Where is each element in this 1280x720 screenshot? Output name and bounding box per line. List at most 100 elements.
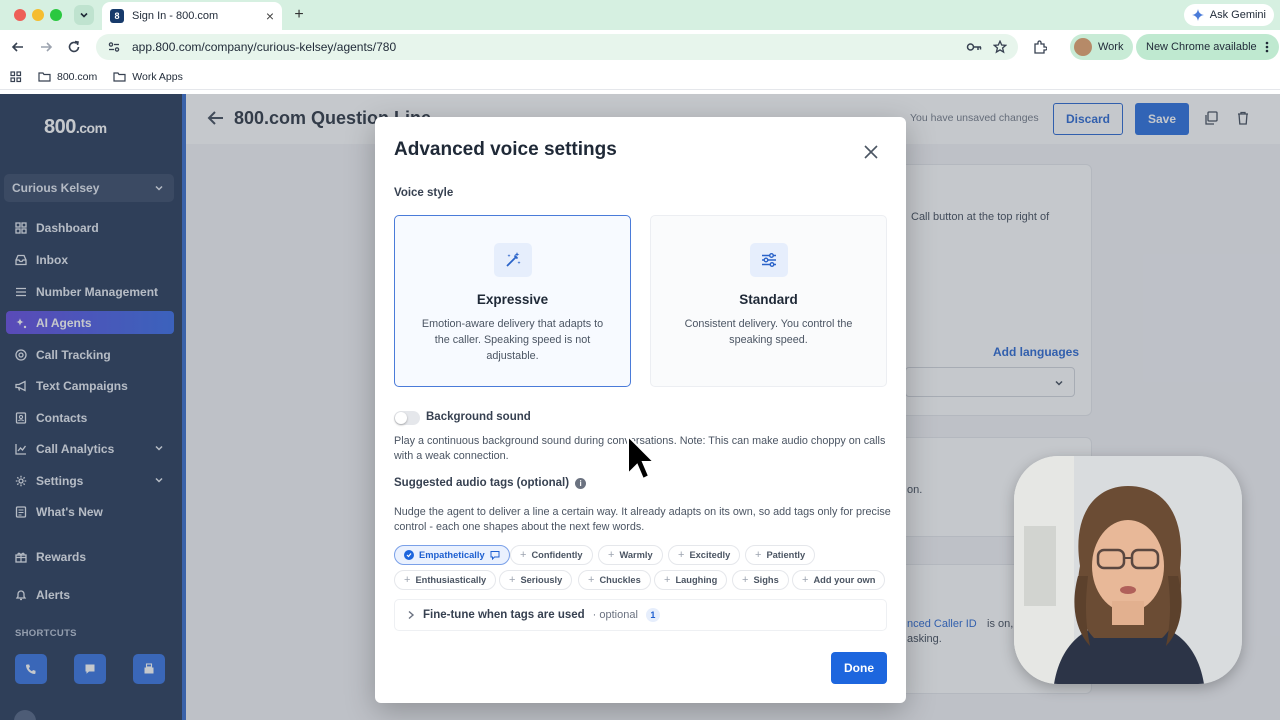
address-bar[interactable]: app.800.com/company/curious-kelsey/agent… — [96, 34, 1018, 60]
done-button[interactable]: Done — [831, 652, 887, 684]
audio-tags-heading: Suggested audio tags (optional) i — [394, 477, 587, 489]
plus-icon: + — [664, 574, 671, 586]
fine-tune-label: Fine-tune when tags are used — [423, 609, 585, 621]
tab-close-icon[interactable]: × — [266, 8, 274, 24]
tag-empathetically[interactable]: Empathetically — [394, 545, 510, 565]
bookmark-star-icon[interactable] — [992, 39, 1008, 55]
forward-button[interactable] — [36, 37, 56, 57]
plus-icon: + — [588, 574, 595, 586]
reload-button[interactable] — [64, 37, 84, 57]
check-circle-icon — [404, 550, 414, 560]
apps-grid-icon[interactable] — [10, 70, 22, 83]
tag-label: Chuckles — [599, 575, 641, 585]
tag-warmly[interactable]: + Warmly — [598, 545, 663, 565]
tag-confidently[interactable]: + Confidently — [510, 545, 593, 565]
tag-label: Add your own — [813, 575, 876, 585]
tag-label: Enthusiastically — [415, 575, 487, 585]
puzzle-icon — [1034, 40, 1047, 54]
window-zoom-dot[interactable] — [50, 9, 62, 21]
plus-icon: + — [742, 574, 749, 586]
tag-label: Seriously — [520, 575, 563, 585]
url-text: app.800.com/company/curious-kelsey/agent… — [132, 40, 397, 54]
voice-style-description: Consistent delivery. You control the spe… — [684, 318, 853, 346]
voice-style-label: Voice style — [394, 187, 454, 199]
tab-title: Sign In - 800.com — [132, 10, 219, 22]
background-sound-label: Background sound — [426, 411, 531, 423]
tag-label: Excitedly — [689, 550, 731, 560]
plus-icon: + — [509, 574, 516, 586]
tag-label: Sighs — [753, 575, 779, 585]
chevron-right-icon — [408, 610, 415, 620]
tag-add-your-own[interactable]: + Add your own — [792, 570, 886, 590]
dialog-title: Advanced voice settings — [394, 139, 617, 160]
tag-patiently[interactable]: + Patiently — [745, 545, 816, 565]
tag-label: Warmly — [619, 550, 653, 560]
folder-icon — [38, 72, 51, 82]
webcam-overlay — [1014, 456, 1242, 684]
profile-label: Work — [1098, 41, 1124, 53]
bookmarks-bar: 800.com Work Apps — [0, 64, 1280, 90]
profile-chip[interactable]: Work — [1070, 34, 1134, 60]
tag-excitedly[interactable]: + Excitedly — [668, 545, 741, 565]
background-sound-toggle[interactable] — [394, 411, 420, 425]
password-key-icon[interactable] — [966, 39, 982, 55]
extensions-button[interactable] — [1030, 37, 1050, 57]
audio-tags-description: Nudge the agent to deliver a line a cert… — [394, 506, 891, 533]
voice-style-expressive[interactable]: Expressive Emotion-aware delivery that a… — [394, 215, 631, 387]
chevron-down-icon — [80, 12, 88, 18]
window-close-dot[interactable] — [14, 9, 26, 21]
bookmark-label: Work Apps — [132, 70, 183, 83]
bookmark-800[interactable]: 800.com — [38, 71, 97, 83]
tag-sighs[interactable]: + Sighs — [732, 570, 789, 590]
bookmark-work-apps[interactable]: Work Apps — [113, 71, 183, 83]
arrow-right-icon — [41, 42, 53, 52]
plus-icon: + — [404, 574, 411, 586]
voice-style-title: Expressive — [476, 292, 549, 307]
close-button[interactable] — [860, 141, 882, 163]
chrome-update-label: New Chrome available — [1146, 41, 1257, 53]
browser-toolbar: app.800.com/company/curious-kelsey/agent… — [0, 30, 1280, 64]
tag-label: Confidently — [531, 550, 583, 560]
favicon-icon: 8 — [110, 9, 124, 23]
voice-style-description: Emotion-aware delivery that adapts to th… — [421, 318, 604, 362]
advanced-voice-settings-dialog: Advanced voice settings Voice style Expr… — [375, 117, 906, 703]
arrow-left-icon — [11, 42, 23, 52]
voice-style-standard[interactable]: Standard Consistent delivery. You contro… — [650, 215, 887, 387]
tag-seriously[interactable]: + Seriously — [499, 570, 573, 590]
fine-tune-count-badge: 1 — [645, 608, 660, 622]
comment-icon[interactable] — [490, 550, 500, 560]
info-icon[interactable]: i — [575, 477, 587, 489]
tag-label: Patiently — [766, 550, 806, 560]
fine-tune-expander[interactable]: Fine-tune when tags are used · optional … — [394, 599, 887, 631]
site-info-icon[interactable] — [106, 39, 122, 55]
tag-laughing[interactable]: + Laughing — [654, 570, 728, 590]
magic-wand-icon — [494, 243, 532, 277]
mouse-cursor-icon — [627, 434, 654, 481]
audio-tags-label: Suggested audio tags (optional) — [394, 477, 570, 489]
tag-chuckles[interactable]: + Chuckles — [578, 570, 651, 590]
ask-gemini-label: Ask Gemini — [1209, 9, 1266, 21]
fine-tune-optional: · optional — [592, 609, 638, 621]
sliders-icon — [750, 243, 788, 277]
chrome-update-button[interactable]: New Chrome available — [1136, 34, 1279, 60]
folder-icon — [113, 72, 126, 82]
plus-icon: + — [608, 549, 615, 561]
tag-label: Empathetically — [419, 550, 485, 560]
ask-gemini-button[interactable]: Ask Gemini — [1183, 4, 1274, 26]
tag-label: Laughing — [675, 575, 718, 585]
plus-icon: + — [755, 549, 762, 561]
tab-search-button[interactable] — [74, 5, 94, 25]
profile-avatar — [1074, 38, 1092, 56]
close-icon — [864, 145, 878, 159]
window-minimize-dot[interactable] — [32, 9, 44, 21]
plus-icon: + — [520, 549, 527, 561]
browser-tab[interactable]: 8 Sign In - 800.com × — [102, 2, 282, 30]
new-tab-icon[interactable]: + — [290, 6, 308, 24]
tag-enthusiastically[interactable]: + Enthusiastically — [394, 570, 497, 590]
more-vertical-icon — [1265, 41, 1268, 53]
bookmark-label: 800.com — [57, 70, 98, 83]
back-button[interactable] — [8, 37, 28, 57]
reload-icon — [68, 40, 80, 53]
voice-style-title: Standard — [739, 292, 798, 307]
plus-icon: + — [678, 549, 685, 561]
